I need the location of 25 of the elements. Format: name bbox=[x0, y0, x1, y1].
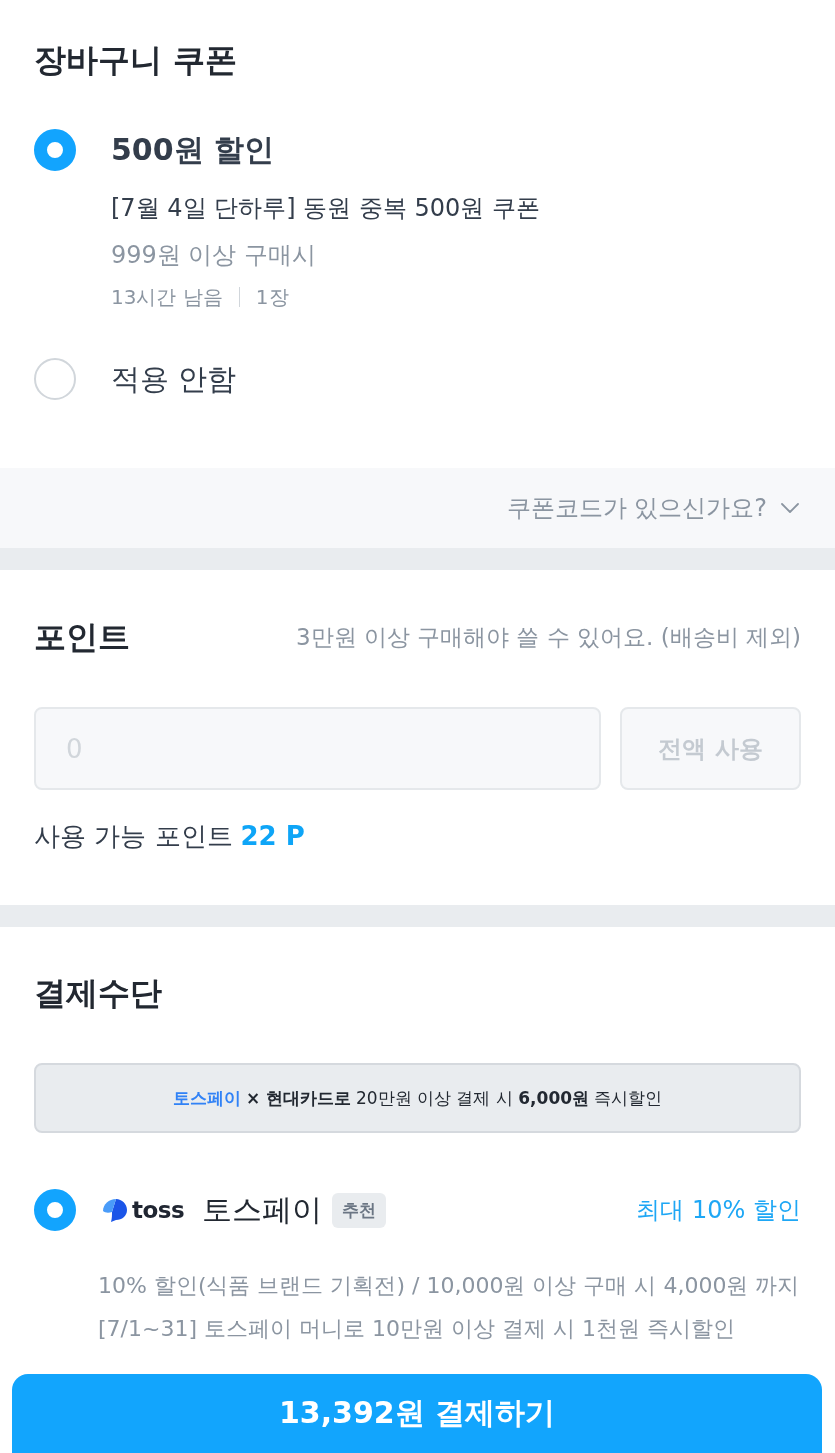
coupon-count: 1장 bbox=[255, 284, 289, 311]
section-title: 장바구니 쿠폰 bbox=[34, 40, 239, 81]
available-points-label: 사용 가능 포인트 bbox=[34, 821, 233, 851]
coupon-name: [7월 4일 단하루] 동원 중복 500원 쿠폰 bbox=[111, 193, 540, 224]
option-label: 적용 안함 bbox=[111, 361, 237, 398]
radio-button[interactable] bbox=[34, 1189, 76, 1231]
logo-text: toss bbox=[132, 1197, 185, 1223]
promo-banner[interactable]: 토스페이 × 현대카드로 20만원 이상 결제 시 6,000원 즉시할인 bbox=[34, 1063, 801, 1133]
benefit-detail: 10% 할인(식품 브랜드 기획전) / 10,000원 이상 구매 시 4,000원 까지 bbox=[98, 1272, 801, 1300]
logo-icon bbox=[102, 1198, 128, 1222]
radio-button[interactable] bbox=[34, 129, 76, 171]
recommend-badge: 추천 bbox=[332, 1192, 387, 1228]
benefit-text: 최대 10% 할인 bbox=[636, 1195, 801, 1226]
coupon-condition: 999원 이상 구매시 bbox=[111, 240, 318, 271]
remaining-time: 13시간 남음 bbox=[111, 284, 223, 311]
points-note: 3만원 이상 구매해야 쓸 수 있어요. (배송비 제외) bbox=[295, 622, 801, 652]
checkout-button[interactable]: 13,392원 결제하기 bbox=[12, 1374, 822, 1453]
option-label: 500원 할인 bbox=[111, 131, 276, 169]
coupon-code-toggle[interactable]: 쿠폰코드가 있으신가요? bbox=[0, 468, 835, 548]
payment-method-name: 토스페이 bbox=[202, 1190, 323, 1229]
available-points-value: 22 P bbox=[240, 821, 305, 851]
radio-button[interactable] bbox=[34, 358, 76, 400]
section-title: 결제수단 bbox=[34, 973, 163, 1014]
benefit-detail: [7/1~31] 토스페이 머니로 10만원 이상 결제 시 1천원 즉시할인 bbox=[98, 1315, 736, 1343]
section-title: 포인트 bbox=[34, 617, 130, 658]
